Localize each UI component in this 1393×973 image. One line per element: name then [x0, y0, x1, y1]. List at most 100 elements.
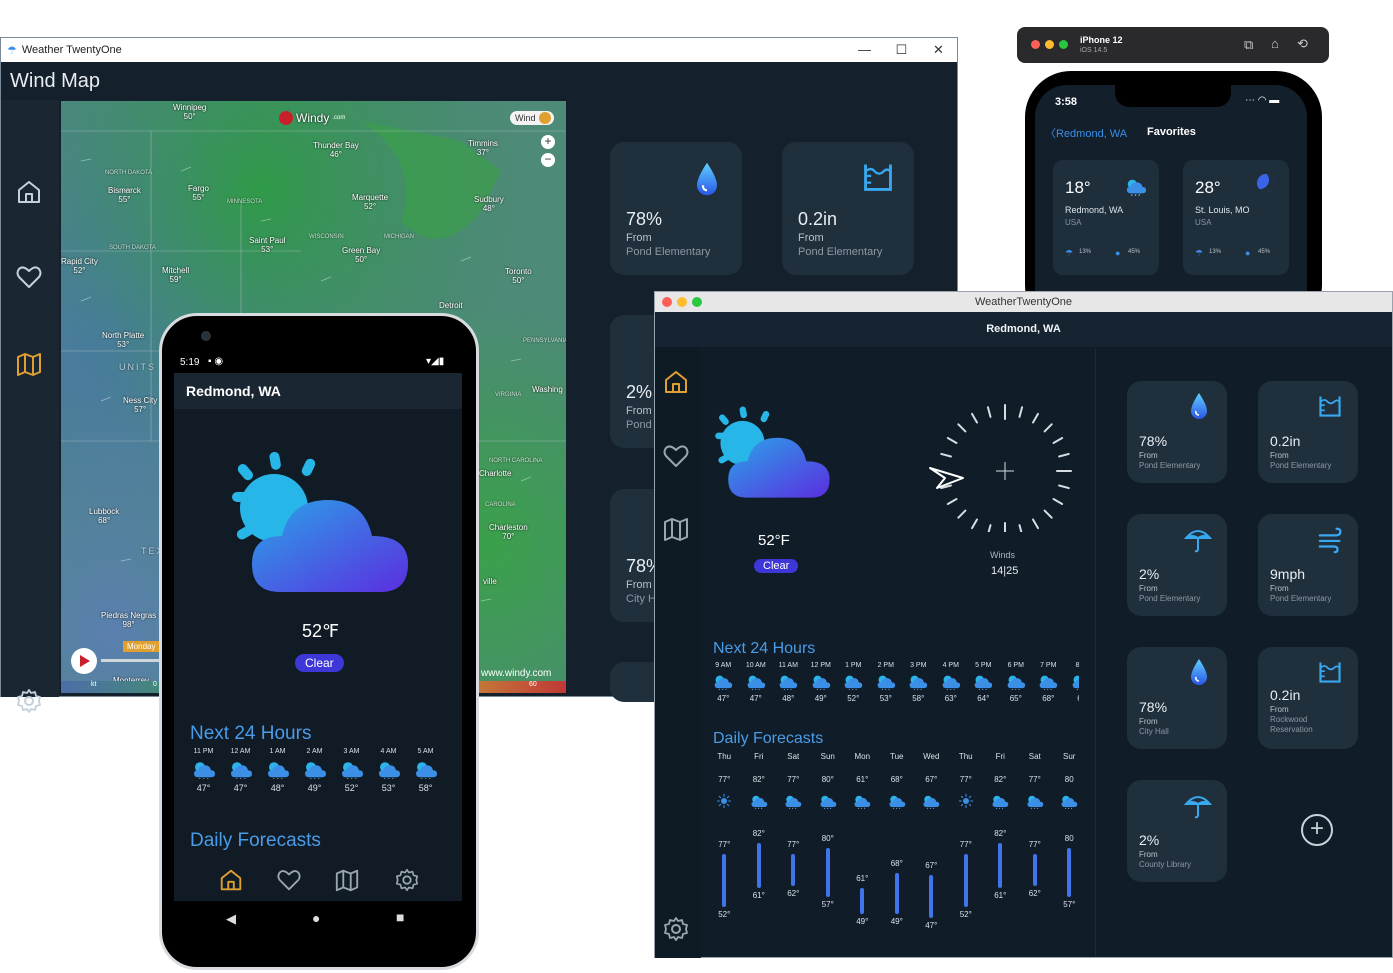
heart-icon[interactable]: [276, 867, 302, 893]
map-label: Lubbock 68°: [89, 507, 120, 525]
minimize-button[interactable]: [1045, 40, 1054, 49]
hour-temp: 47°: [749, 694, 762, 703]
metric-card[interactable]: 2% From County Library: [1127, 780, 1227, 882]
windy-logo: Windy .com: [279, 111, 345, 125]
nav-rail: [655, 347, 701, 958]
day-item: Thu 77° 77° 52°: [949, 752, 984, 952]
bar-high-label: 82°: [752, 829, 765, 839]
add-circle-icon[interactable]: +: [1301, 814, 1333, 846]
cloud-rain-icon: [192, 759, 216, 779]
heart-icon[interactable]: [15, 263, 43, 291]
hour-item: 5 AM 58°: [407, 748, 444, 793]
close-button[interactable]: [1031, 40, 1040, 49]
map-label: Saint Paul 53°: [249, 236, 286, 254]
compass-tick: [957, 423, 967, 433]
hour-time: 2 PM: [877, 662, 894, 669]
day-label: Fri: [995, 752, 1005, 761]
metric-card[interactable]: 2% From Pond Elementary: [1127, 514, 1227, 616]
bar-high-label: 77°: [787, 840, 800, 849]
home-nav-button[interactable]: ●: [312, 910, 320, 926]
metric-card[interactable]: 0.2in From Pond Elementary: [1258, 381, 1358, 483]
daily-title: Daily Forecasts: [190, 830, 321, 851]
cloud-rain-icon: [876, 673, 896, 690]
hour-temp: 47°: [196, 783, 211, 794]
nav-title: Favorites: [1147, 126, 1196, 138]
hourly-forecast[interactable]: 9 AM 47° 10 AM 47° 11 AM 48° 12 PM 49° 1 PM 52° 2 …: [707, 662, 1079, 722]
signal-battery-icons: ▾◢▮: [426, 356, 445, 367]
hour-item: 9 AM 47°: [707, 662, 740, 703]
map-icon[interactable]: [662, 515, 690, 543]
bar-low-label: 47°: [925, 920, 938, 930]
cloud-rain-icon: [750, 793, 768, 809]
metric-card[interactable]: 78% From Pond Elementary: [610, 142, 742, 275]
hour-temp: 63°: [944, 694, 957, 703]
camera-icon: [201, 331, 211, 341]
maximize-button[interactable]: ☐: [883, 42, 920, 58]
zoom-out-button[interactable]: −: [541, 153, 555, 167]
zoom-button[interactable]: [1059, 40, 1068, 49]
screenshot-icon[interactable]: ⧉: [1244, 37, 1253, 53]
zoom-in-button[interactable]: +: [541, 135, 555, 149]
hour-item: 5 PM 64°: [967, 662, 1000, 703]
rain-gauge-icon: [1316, 393, 1344, 419]
close-button[interactable]: [662, 297, 672, 307]
hour-item: 3 PM 58°: [902, 662, 935, 703]
heart-icon[interactable]: [662, 442, 690, 470]
gear-icon[interactable]: [15, 687, 43, 715]
favorite-card[interactable]: 18° Redmond, WA USA ☂ 13% ● 45%: [1053, 160, 1159, 275]
scale-unit: kt: [91, 681, 97, 688]
temperature-range-bar: [825, 847, 830, 897]
home-icon[interactable]: [15, 178, 43, 206]
map-icon[interactable]: [334, 867, 360, 893]
layer-button[interactable]: Wind: [510, 111, 554, 125]
metric-card[interactable]: 9mph From Pond Elementary: [1258, 514, 1358, 616]
gear-icon[interactable]: [394, 867, 420, 893]
chevron-left-icon: 〈: [1045, 128, 1056, 140]
daily-forecast[interactable]: Thu 77° 77° 52° Fri 82° 82° 61° Sat 77° 77° 62° Sun 8…: [707, 752, 1087, 952]
hour-time: 2 AM: [306, 748, 323, 755]
back-nav-button[interactable]: ◀: [226, 911, 236, 927]
metric-card[interactable]: 78% From City Hall: [1127, 647, 1227, 749]
hour-temp: 64°: [977, 694, 990, 703]
system-nav-bar: ◀ ● ■: [174, 901, 462, 939]
close-button[interactable]: ✕: [920, 42, 957, 58]
hour-time: 12 AM: [230, 748, 251, 755]
back-button[interactable]: 〈Redmond, WA: [1045, 125, 1127, 141]
metric-card[interactable]: 78% From Pond Elementary: [1127, 381, 1227, 483]
hour-time: 1 PM: [845, 662, 862, 669]
rotate-icon[interactable]: ⟲: [1297, 36, 1308, 52]
timeline-slider[interactable]: [101, 659, 161, 662]
hour-temp: 49°: [814, 694, 827, 703]
window-titlebar[interactable]: ☂ Weather TwentyOne — ☐ ✕: [1, 38, 957, 62]
mac-titlebar[interactable]: WeatherTwentyOne: [655, 292, 1392, 312]
cloud-rain-icon: [713, 673, 733, 690]
condition-pill: Clear: [754, 559, 799, 573]
home-icon[interactable]: [662, 368, 690, 396]
ios-simulator: iPhone 12 iOS 14.5 ⧉ ⌂ ⟲ 3:58 ⋯ ◠ ▬ 〈Red…: [1017, 27, 1329, 331]
play-button[interactable]: [71, 648, 97, 674]
metric-card[interactable]: 0.2in From Pond Elementary: [782, 142, 914, 275]
hour-time: 4 PM: [942, 662, 959, 669]
hourly-forecast[interactable]: 11 PM 47° 12 AM 47° 1 AM 48° 2 AM 49° 3 AM 52° 4 A…: [185, 748, 462, 818]
metric-card[interactable]: 0.2in From Rockwood Reservation: [1258, 647, 1358, 749]
temperature-range-bar: [791, 854, 796, 886]
home-icon[interactable]: ⌂: [1271, 36, 1279, 51]
map-icon[interactable]: [15, 350, 43, 378]
day-high: 67°: [925, 775, 938, 784]
home-icon[interactable]: [218, 867, 244, 893]
map-label: Piedras Negras 98°: [101, 611, 157, 629]
simulator-toolbar[interactable]: iPhone 12 iOS 14.5 ⧉ ⌂ ⟲: [1017, 27, 1329, 63]
minimize-button[interactable]: [677, 297, 687, 307]
cloud-rain-icon: [1060, 793, 1078, 809]
zoom-button[interactable]: [692, 297, 702, 307]
compass-tick: [957, 509, 967, 519]
favorite-card[interactable]: 28° St. Louis, MO USA ☂ 13% ● 45%: [1183, 160, 1289, 275]
day-label: Sur: [1063, 752, 1076, 761]
day-item: Wed 67° 67° 47°: [914, 752, 949, 952]
minimize-button[interactable]: —: [846, 42, 883, 58]
day-item: Sur 80 80 57°: [1052, 752, 1087, 952]
recents-nav-button[interactable]: ■: [396, 909, 404, 925]
gear-icon[interactable]: [662, 915, 690, 943]
cloud-rain-icon: [908, 673, 928, 690]
location-header: Redmond, WA: [655, 312, 1392, 347]
